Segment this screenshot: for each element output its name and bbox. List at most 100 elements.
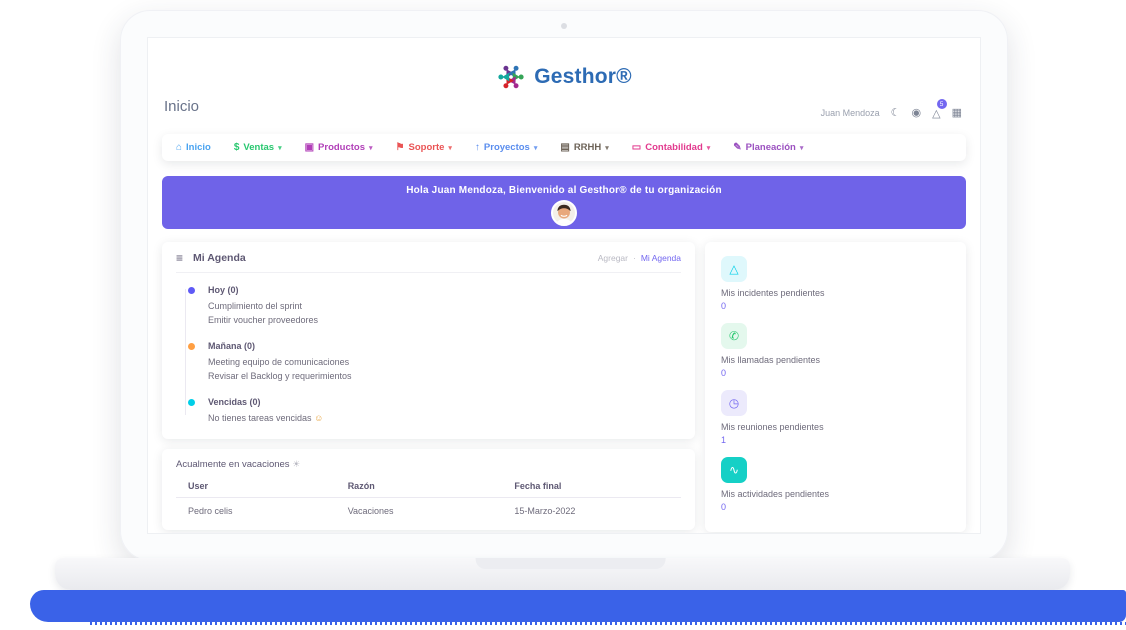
agenda-group-hoy: Hoy (0) Cumplimiento del sprint Emitir v… [182,285,681,328]
hinge-notch [475,558,665,569]
stat-incidentes[interactable]: △ Mis incidentes pendientes 0 [721,256,950,311]
nav-item-rrhh[interactable]: ▤ RRHH ▾ [560,142,608,153]
vacations-card: Acualmente en vacaciones ☀ User Razón Fe… [162,449,695,530]
vacations-table: User Razón Fecha final Pedro celis Vacac… [176,476,681,522]
nav-item-ventas[interactable]: $ Ventas ▾ [234,142,282,153]
user-avatar[interactable] [551,200,577,226]
nav-item-soporte[interactable]: ⚑ Soporte ▾ [396,142,452,153]
decorative-dotted-strip [90,622,1126,625]
welcome-message: Hola Juan Mendoza, Bienvenido al Gesthor… [162,176,966,196]
stat-value: 0 [721,301,950,311]
arrow-up-icon: ↑ [475,143,480,153]
nav-label: Proyectos [484,142,530,153]
pending-stats-card: △ Mis incidentes pendientes 0 ✆ Mis llam… [705,242,966,532]
calendar-icon[interactable]: ▦ [952,108,962,119]
gesthor-logo-icon [496,62,526,92]
nav-item-planeacion[interactable]: ✎ Planeación ▾ [733,142,803,153]
sun-icon: ☀ [292,459,300,469]
stat-llamadas[interactable]: ✆ Mis llamadas pendientes 0 [721,323,950,378]
chevron-down-icon: ▾ [707,144,711,152]
dark-mode-moon-icon[interactable]: ☾ [891,108,901,119]
stat-reuniones[interactable]: ◷ Mis reuniones pendientes 1 [721,390,950,445]
agenda-group-vencidas: Vencidas (0) No tienes tareas vencidas ☺ [182,397,681,425]
agenda-actions: Agregar · Mi Agenda [598,253,681,263]
phone-icon: ✆ [721,323,747,349]
laptop-base [55,558,1070,590]
nav-label: Contabilidad [645,142,703,153]
nav-label: Productos [318,142,365,153]
timeline-dot [188,399,195,406]
notifications-button[interactable]: △ 5 [932,104,940,122]
main-content: ≡ Mi Agenda Agregar · Mi Agenda Hoy (0) [148,229,980,532]
actions-separator: · [633,253,636,263]
chevron-down-icon: ▾ [800,144,804,152]
column-header-user: User [176,476,348,498]
table-header-row: User Razón Fecha final [176,476,681,498]
chevron-down-icon: ▾ [534,144,538,152]
agenda-header: ≡ Mi Agenda Agregar · Mi Agenda [176,251,681,273]
home-icon: ⌂ [176,143,182,153]
chevron-down-icon: ▾ [369,144,373,152]
app-header: Gesthor® Inicio Juan Mendoza ☾ ◉ △ 5 ▦ [148,38,980,130]
chevron-down-icon: ▾ [605,144,609,152]
nav-item-inicio[interactable]: ⌂ Inicio [176,142,211,153]
camera-dot-icon [561,23,567,29]
package-icon: ▣ [305,143,314,153]
decorative-blue-bar [30,590,1126,622]
notification-badge: 5 [937,99,947,109]
right-column: △ Mis incidentes pendientes 0 ✆ Mis llam… [705,242,966,532]
alert-triangle-icon: △ [721,256,747,282]
laptop-bezel: Gesthor® Inicio Juan Mendoza ☾ ◉ △ 5 ▦ ⌂… [120,10,1008,561]
stat-label: Mis llamadas pendientes [721,355,950,365]
flag-icon: ⚑ [396,143,405,153]
main-nav: ⌂ Inicio $ Ventas ▾ ▣ Productos ▾ ⚑ Sopo… [162,134,966,161]
chevron-down-icon: ▾ [278,144,282,152]
activity-pulse-icon: ∿ [721,457,747,483]
left-column: ≡ Mi Agenda Agregar · Mi Agenda Hoy (0) [162,242,695,530]
smiley-emoji-icon: ☺ [314,413,323,423]
nav-item-contabilidad[interactable]: ▭ Contabilidad ▾ [632,142,711,153]
agenda-empty-message: No tienes tareas vencidas ☺ [208,411,681,425]
agenda-link[interactable]: Mi Agenda [641,253,681,263]
timeline-dot [188,343,195,350]
stat-actividades[interactable]: ∿ Mis actividades pendientes 0 [721,457,950,512]
edit-icon: ✎ [733,143,741,153]
timeline-dot [188,287,195,294]
agenda-task[interactable]: Cumplimiento del sprint [208,299,681,313]
agenda-card: ≡ Mi Agenda Agregar · Mi Agenda Hoy (0) [162,242,695,439]
clock-icon: ◷ [721,390,747,416]
avatar-face [553,202,575,224]
vacations-title: Acualmente en vacaciones ☀ [176,459,681,470]
nav-label: Soporte [409,142,445,153]
agenda-empty-text: No tienes tareas vencidas [208,413,312,423]
stat-label: Mis incidentes pendientes [721,288,950,298]
chevron-down-icon: ▾ [448,144,452,152]
cell-razon: Vacaciones [348,497,515,522]
agenda-group-label: Hoy (0) [208,285,681,295]
nav-label: Planeación [746,142,796,153]
table-row[interactable]: Pedro celis Vacaciones 15-Marzo-2022 [176,497,681,522]
archive-icon: ▤ [560,143,569,153]
stat-value: 0 [721,368,950,378]
circle-dot-icon[interactable]: ◉ [912,108,922,119]
agenda-group-manana: Mañana (0) Meeting equipo de comunicacio… [182,341,681,384]
nav-item-productos[interactable]: ▣ Productos ▾ [305,142,373,153]
brand-logo: Gesthor® [148,62,980,92]
agenda-task[interactable]: Meeting equipo de comunicaciones [208,355,681,369]
stat-label: Mis reuniones pendientes [721,422,950,432]
nav-label: RRHH [574,142,601,153]
agenda-task[interactable]: Revisar el Backlog y requerimientos [208,369,681,383]
nav-item-proyectos[interactable]: ↑ Proyectos ▾ [475,142,537,153]
list-menu-icon[interactable]: ≡ [176,251,183,265]
stat-value: 1 [721,435,950,445]
agenda-add-button[interactable]: Agregar [598,253,628,263]
stat-label: Mis actividades pendientes [721,489,950,499]
vacations-title-text: Acualmente en vacaciones [176,459,290,470]
column-header-razon: Razón [348,476,515,498]
agenda-title: Mi Agenda [193,252,246,264]
cell-user: Pedro celis [176,497,348,522]
column-header-fecha: Fecha final [514,476,681,498]
stat-value: 0 [721,502,950,512]
user-area: Juan Mendoza ☾ ◉ △ 5 ▦ [821,104,962,122]
agenda-task[interactable]: Emitir voucher proveedores [208,313,681,327]
